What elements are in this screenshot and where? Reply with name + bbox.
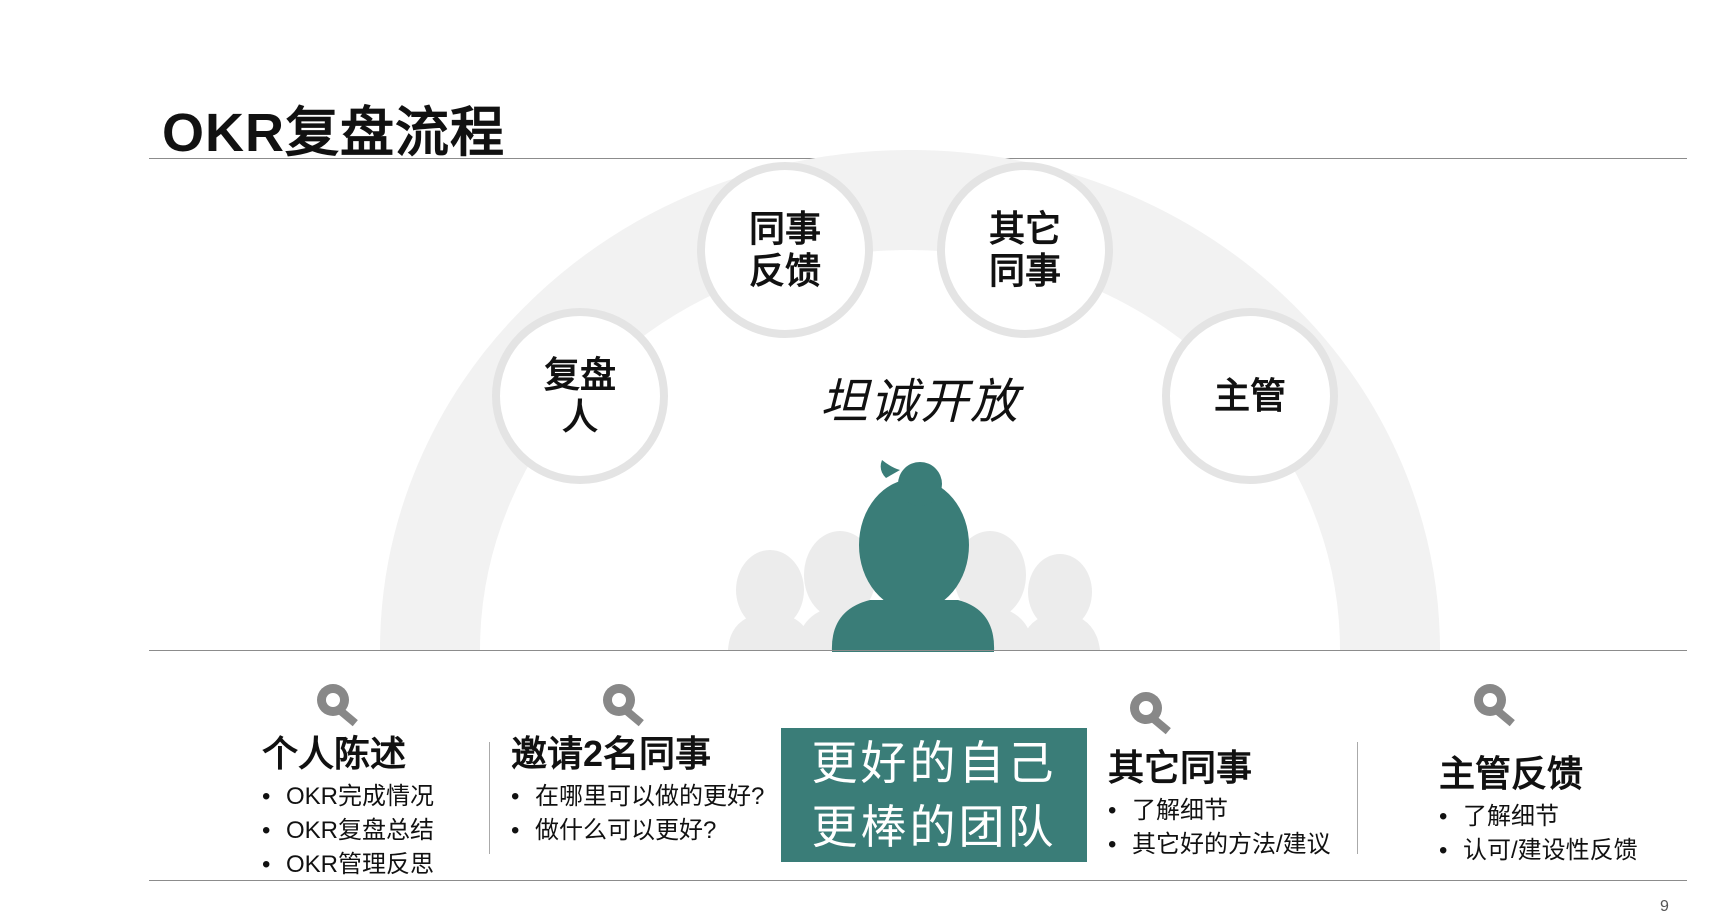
highlight-box: 更好的自己 更棒的团队 [781,728,1087,862]
list-item: OKR完成情况 [262,780,434,814]
column-other-peers: 其它同事 了解细节 其它好的方法/建议 [1108,746,1331,862]
list-item: 做什么可以更好? [511,814,764,848]
middle-divider [149,650,1687,651]
column-invite-peers: 邀请2名同事 在哪里可以做的更好? 做什么可以更好? [511,732,764,848]
circle-label-manager: 主管 [1213,375,1286,416]
page-number: 9 [1660,898,1669,915]
column-title: 其它同事 [1108,747,1253,788]
highlight-line-1: 更好的自己 [811,736,1057,790]
gear-icon [1474,684,1515,727]
list-item: OKR管理反思 [262,848,434,882]
list-item: 了解细节 [1439,800,1638,834]
column-divider [1357,742,1358,854]
list-item: 在哪里可以做的更好? [511,780,764,814]
list-item: 了解细节 [1108,794,1331,828]
circle-label-other-peers: 其它 同事 [988,208,1061,291]
circle-label-peer-feedback: 同事 反馈 [748,208,821,291]
center-slogan: 坦诚开放 [819,374,1020,430]
list-item: 认可/建设性反馈 [1439,834,1638,868]
column-divider [489,742,490,854]
column-manager-feedback: 主管反馈 了解细节 认可/建设性反馈 [1439,752,1638,868]
gear-icon [317,684,358,727]
highlight-line-2: 更棒的团队 [811,800,1057,854]
list-item: 其它好的方法/建议 [1108,828,1331,862]
column-self-statement: 个人陈述 OKR完成情况 OKR复盘总结 OKR管理反思 [262,732,434,882]
gear-icon [1130,692,1171,735]
list-item: OKR复盘总结 [262,814,434,848]
bottom-divider [149,880,1687,881]
circle-label-reviewer: 复盘 人 [543,354,616,437]
column-title: 主管反馈 [1439,753,1584,794]
gear-icon [603,684,644,727]
column-title: 个人陈述 [262,733,407,774]
column-title: 邀请2名同事 [511,733,712,774]
